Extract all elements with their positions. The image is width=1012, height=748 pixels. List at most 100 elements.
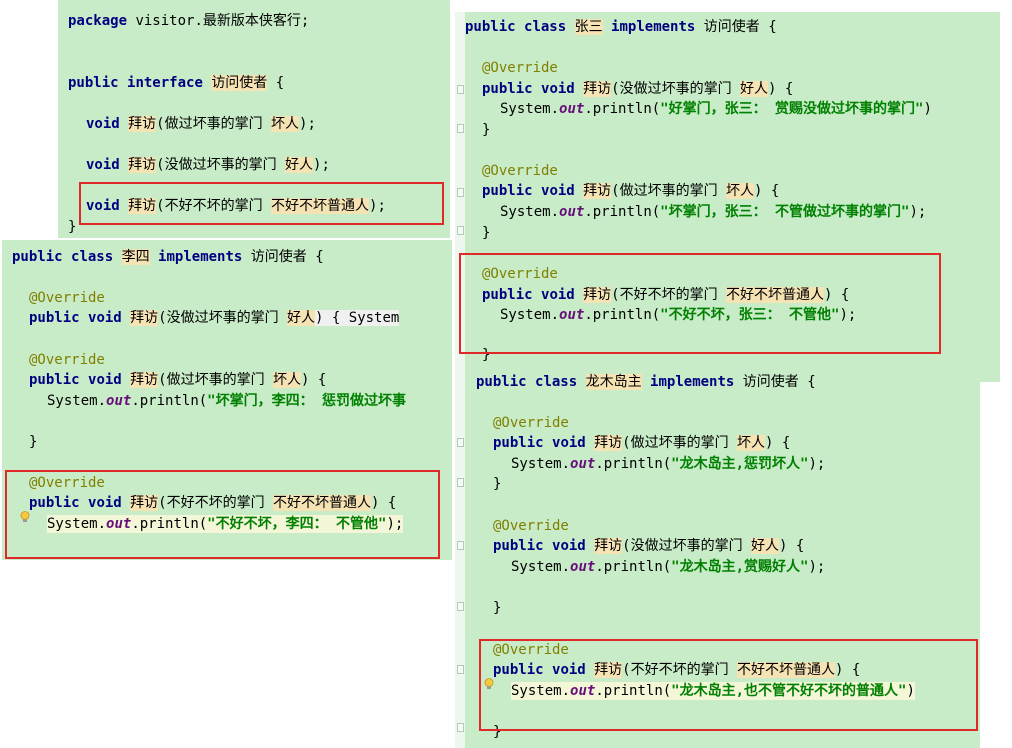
signature-end: ) { System	[315, 310, 400, 326]
interface-method-2[interactable]: void 拜访(没做过坏事的掌门 好人);	[86, 156, 330, 174]
public-keyword: public	[29, 310, 80, 326]
class-keyword: class	[524, 19, 567, 35]
out-field: out	[570, 559, 596, 575]
fold-marker-icon[interactable]	[457, 124, 464, 133]
method-close-brace: }	[29, 434, 38, 450]
class-name[interactable]: 龙木岛主	[585, 374, 642, 390]
public-keyword: public	[465, 19, 516, 35]
method-signature[interactable]: public void 拜访(做过坏事的掌门 坏人) {	[493, 434, 790, 452]
public-keyword: public	[482, 81, 533, 97]
println-method: .println(	[584, 204, 661, 220]
println-call[interactable]: System.out.println("坏掌门，李四： 惩罚做过坏事	[47, 392, 406, 410]
fold-marker-icon[interactable]	[457, 188, 464, 197]
open-brace: {	[807, 374, 816, 390]
param-name: 好人	[740, 81, 769, 97]
interface-name[interactable]: 访问使者	[743, 374, 799, 390]
override-annotation: @Override	[29, 352, 105, 368]
interface-name[interactable]: 访问使者	[704, 19, 760, 35]
param-name: 好人	[287, 310, 316, 326]
signature-end: ) {	[301, 372, 327, 388]
param-type: 做过坏事的掌门	[164, 116, 263, 132]
fold-marker-icon[interactable]	[457, 478, 464, 487]
signature-end: ) {	[779, 538, 805, 554]
fold-marker-icon[interactable]	[457, 723, 464, 732]
interface-method-1[interactable]: void 拜访(做过坏事的掌门 坏人);	[86, 115, 316, 133]
interface-name[interactable]: 访问使者	[251, 249, 307, 265]
class-declaration: public class 李四 implements 访问使者 {	[12, 248, 324, 266]
public-keyword: public	[68, 75, 119, 91]
param-name: 好人	[285, 157, 314, 173]
implements-keyword: implements	[158, 249, 243, 265]
package-name: visitor.最新版本侠客行;	[135, 13, 310, 29]
return-type: void	[86, 157, 120, 173]
void-keyword: void	[88, 310, 122, 326]
fold-marker-icon[interactable]	[457, 438, 464, 447]
void-keyword: void	[88, 372, 122, 388]
system-class: System.	[47, 393, 107, 409]
param-type: 做过坏事的掌门	[630, 435, 729, 451]
method-name: 拜访	[130, 372, 159, 388]
println-call[interactable]: System.out.println("好掌门，张三： 赏赐没做过坏事的掌门")	[500, 100, 932, 118]
out-field: out	[559, 101, 585, 117]
call-end: );	[808, 456, 826, 472]
class-declaration: public class 张三 implements 访问使者 {	[465, 18, 777, 36]
signature-end: ) {	[768, 81, 794, 97]
method-signature[interactable]: public void 拜访(做过坏事的掌门 坏人) {	[482, 182, 779, 200]
call-end: );	[909, 204, 927, 220]
method-signature[interactable]: public void 拜访(没做过坏事的掌门 好人) { System	[29, 309, 400, 327]
method-signature[interactable]: public void 拜访(没做过坏事的掌门 好人) {	[493, 537, 804, 555]
out-field: out	[570, 456, 596, 472]
override-annotation: @Override	[493, 415, 569, 431]
void-keyword: void	[552, 538, 586, 554]
override-annotation: @Override	[482, 60, 558, 76]
fold-marker-icon[interactable]	[457, 665, 464, 674]
param-type: 没做过坏事的掌门	[164, 157, 277, 173]
editor-gutter	[455, 368, 465, 748]
println-call[interactable]: System.out.println("龙木岛主,惩罚坏人");	[511, 455, 825, 473]
method-close-brace: }	[482, 225, 491, 241]
highlight-box-lisi	[5, 470, 440, 559]
highlight-box-longmu	[479, 639, 978, 731]
println-method: .println(	[584, 101, 661, 117]
param-name: 坏人	[271, 116, 300, 132]
method-close-brace: }	[493, 476, 502, 492]
public-keyword: public	[493, 435, 544, 451]
interface-keyword: interface	[127, 75, 203, 91]
param-type: 没做过坏事的掌门	[619, 81, 732, 97]
param-type: 没做过坏事的掌门	[630, 538, 743, 554]
public-keyword: public	[482, 183, 533, 199]
fold-marker-icon[interactable]	[457, 85, 464, 94]
call-end: );	[808, 559, 826, 575]
highlight-box-interface	[79, 182, 444, 225]
class-name[interactable]: 李四	[121, 249, 150, 265]
interface-name[interactable]: 访问使者	[211, 75, 268, 91]
fold-marker-icon[interactable]	[457, 226, 464, 235]
param-type: 做过坏事的掌门	[619, 183, 718, 199]
fold-marker-icon[interactable]	[457, 602, 464, 611]
fold-marker-icon[interactable]	[457, 541, 464, 550]
method-signature[interactable]: public void 拜访(没做过坏事的掌门 好人) {	[482, 80, 793, 98]
system-class: System.	[511, 559, 571, 575]
println-call[interactable]: System.out.println("龙木岛主,赏赐好人");	[511, 558, 825, 576]
open-brace: {	[275, 75, 285, 91]
method-signature[interactable]: public void 拜访(做过坏事的掌门 坏人) {	[29, 371, 326, 389]
open-brace: {	[768, 19, 777, 35]
package-line: package visitor.最新版本侠客行;	[68, 12, 309, 30]
class-keyword: class	[535, 374, 578, 390]
method-close-brace: }	[482, 122, 491, 138]
class-name[interactable]: 张三	[574, 19, 603, 35]
out-field: out	[106, 393, 132, 409]
statement-end: );	[313, 157, 330, 173]
println-method: .println(	[595, 559, 672, 575]
close-brace: }	[68, 219, 77, 235]
println-call[interactable]: System.out.println("坏掌门，张三： 不管做过坏事的掌门");	[500, 203, 926, 221]
string-literal: "坏掌门，张三： 不管做过坏事的掌门"	[660, 204, 910, 220]
println-method: .println(	[131, 393, 208, 409]
system-class: System.	[500, 101, 560, 117]
open-brace: {	[315, 249, 324, 265]
param-type: 做过坏事的掌门	[166, 372, 265, 388]
println-method: .println(	[595, 456, 672, 472]
method-name: 拜访	[128, 157, 157, 173]
method-name: 拜访	[594, 435, 623, 451]
implements-keyword: implements	[650, 374, 735, 390]
